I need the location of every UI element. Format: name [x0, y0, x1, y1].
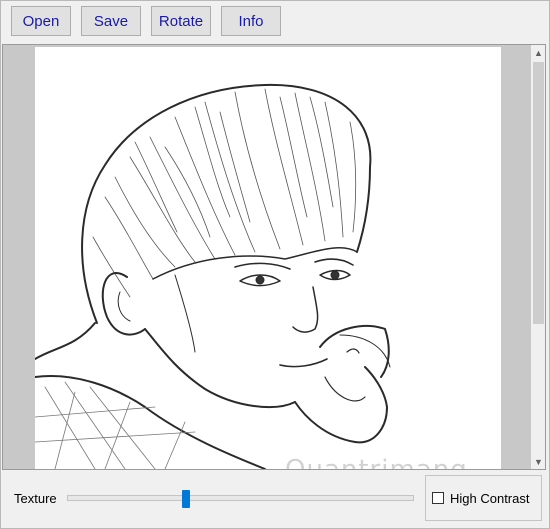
sketch-image: Quantrimang	[35, 47, 501, 469]
high-contrast-group: High Contrast	[425, 475, 542, 521]
high-contrast-label[interactable]: High Contrast	[450, 491, 529, 506]
info-button[interactable]: Info	[221, 6, 281, 36]
pencil-sketch-portrait	[35, 83, 391, 469]
open-button[interactable]: Open	[11, 6, 71, 36]
rotate-button[interactable]: Rotate	[151, 6, 211, 36]
high-contrast-checkbox[interactable]	[432, 492, 444, 504]
arrow-down-icon[interactable]: ▼	[531, 454, 545, 469]
texture-slider-thumb[interactable]	[182, 490, 191, 508]
vertical-scrollbar[interactable]: ▲ ▼	[531, 45, 545, 469]
controls-panel: Texture High Contrast	[0, 471, 550, 529]
watermark-text: Quantrimang	[285, 455, 468, 469]
save-button[interactable]: Save	[81, 6, 141, 36]
arrow-up-icon[interactable]: ▲	[531, 45, 545, 60]
texture-slider[interactable]	[67, 495, 414, 501]
scrollbar-thumb[interactable]	[533, 62, 544, 324]
image-viewport[interactable]: Quantrimang ▲ ▼	[2, 44, 546, 470]
texture-label: Texture	[14, 491, 57, 506]
